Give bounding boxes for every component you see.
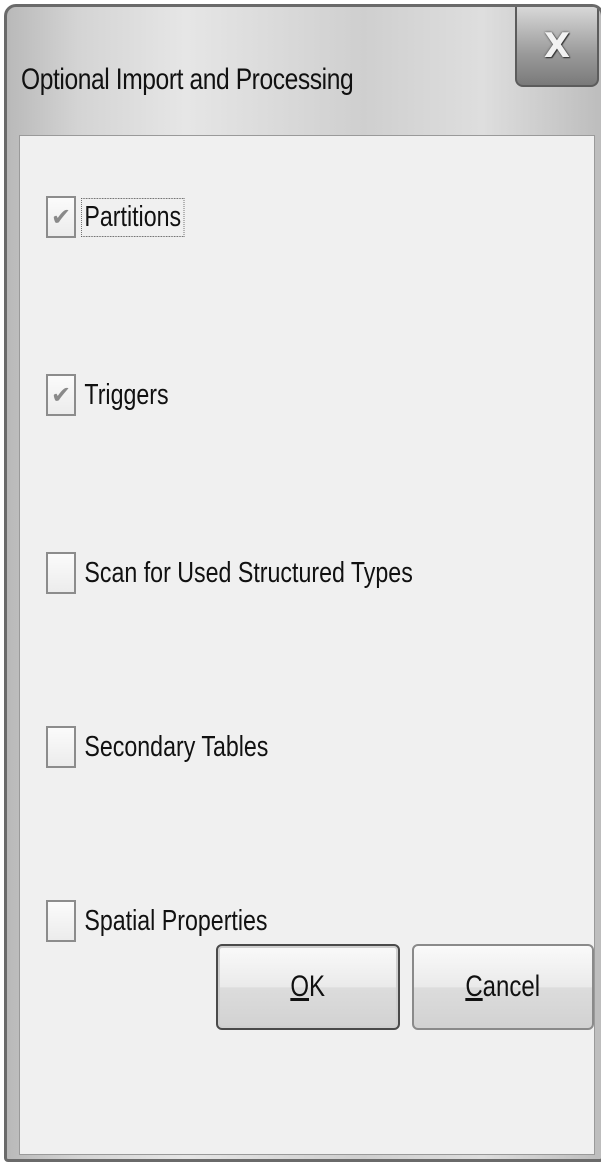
spatial-properties-checkbox[interactable]	[46, 900, 76, 942]
option-partitions[interactable]: ✔ Partitions	[46, 192, 209, 242]
ok-label-rest: K	[309, 970, 326, 1003]
scan-structured-types-label[interactable]: Scan for Used Structured Types	[82, 555, 415, 592]
close-button[interactable]: X	[515, 7, 599, 87]
spatial-properties-label[interactable]: Spatial Properties	[82, 903, 270, 940]
ok-button-label: OK	[291, 970, 326, 1004]
cancel-label-rest: ancel	[482, 970, 541, 1003]
triggers-checkbox[interactable]: ✔	[46, 374, 76, 416]
option-scan-structured-types[interactable]: Scan for Used Structured Types	[46, 548, 499, 598]
cancel-mnemonic: C	[465, 970, 483, 1003]
triggers-label[interactable]: Triggers	[82, 377, 171, 414]
dialog-body: ✔ Partitions ✔ Triggers Scan for Used St…	[19, 135, 595, 1155]
dialog-title: Optional Import and Processing	[21, 63, 354, 96]
option-triggers[interactable]: ✔ Triggers	[46, 370, 193, 420]
option-secondary-tables[interactable]: Secondary Tables	[46, 722, 318, 772]
title-bar[interactable]: Optional Import and Processing X	[7, 7, 601, 135]
partitions-checkbox[interactable]: ✔	[46, 196, 76, 238]
close-icon: X	[543, 26, 571, 66]
option-spatial-properties[interactable]: Spatial Properties	[46, 896, 317, 946]
partitions-label[interactable]: Partitions	[81, 197, 185, 237]
cancel-button[interactable]: Cancel	[412, 944, 594, 1030]
ok-mnemonic: O	[290, 970, 310, 1003]
dialog-window: Optional Import and Processing X ✔ Parti…	[4, 4, 601, 1162]
ok-button[interactable]: OK	[216, 944, 400, 1030]
cancel-button-label: Cancel	[466, 970, 541, 1004]
secondary-tables-label[interactable]: Secondary Tables	[82, 729, 271, 766]
checkmark-icon: ✔	[50, 203, 72, 231]
checkmark-icon: ✔	[50, 381, 72, 409]
scan-structured-types-checkbox[interactable]	[46, 552, 76, 594]
secondary-tables-checkbox[interactable]	[46, 726, 76, 768]
